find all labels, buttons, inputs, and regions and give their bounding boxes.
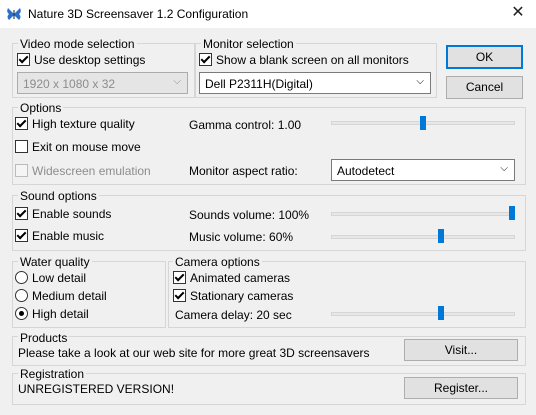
window-title: Nature 3D Screensaver 1.2 Configuration (28, 7, 249, 21)
resolution-combo[interactable]: 1920 x 1080 x 32 ⌵ (17, 72, 188, 94)
chevron-down-icon: ⌵ (500, 163, 508, 174)
ok-button[interactable]: OK (446, 45, 523, 69)
camera-legend: Camera options (173, 255, 262, 269)
cancel-button-label: Cancel (465, 80, 504, 94)
music-volume-track[interactable] (331, 235, 515, 239)
monitor-combo[interactable]: Dell P2311H(Digital) ⌵ (199, 72, 431, 94)
widescreen-checkbox[interactable] (15, 164, 28, 177)
gamma-slider-thumb[interactable] (420, 116, 426, 130)
monitor-legend: Monitor selection (201, 37, 296, 51)
chevron-down-icon: ⌵ (173, 76, 181, 87)
visit-button-label: Visit... (444, 343, 478, 357)
close-icon[interactable]: ✕ (505, 2, 531, 24)
video-mode-legend: Video mode selection (18, 37, 137, 51)
aspect-value: Autodetect (337, 164, 395, 178)
low-detail-radio[interactable] (15, 271, 28, 284)
sounds-volume-thumb[interactable] (509, 206, 515, 220)
register-button-label: Register... (433, 381, 489, 395)
use-desktop-checkbox[interactable] (17, 53, 30, 66)
sound-legend: Sound options (18, 189, 99, 203)
camera-delay-thumb[interactable] (437, 306, 444, 320)
products-text: Please take a look at our web site for m… (18, 346, 370, 360)
stationary-cameras-checkbox[interactable] (173, 289, 186, 302)
chevron-down-icon: ⌵ (416, 76, 424, 87)
cancel-button[interactable]: Cancel (446, 76, 523, 99)
butterfly-icon (6, 6, 22, 22)
enable-sounds-checkbox[interactable] (15, 207, 28, 220)
animated-cameras-label[interactable]: Animated cameras (190, 271, 290, 285)
enable-sounds-label[interactable]: Enable sounds (32, 207, 111, 221)
blank-screen-label[interactable]: Show a blank screen on all monitors (216, 53, 409, 67)
aspect-combo[interactable]: Autodetect ⌵ (331, 159, 515, 181)
exit-mouse-checkbox[interactable] (15, 140, 28, 153)
high-texture-checkbox[interactable] (15, 117, 28, 130)
medium-detail-label[interactable]: Medium detail (32, 289, 107, 303)
monitor-value: Dell P2311H(Digital) (205, 77, 313, 91)
animated-cameras-checkbox[interactable] (173, 271, 186, 284)
camera-delay-label: Camera delay: 20 sec (175, 308, 292, 322)
visit-button[interactable]: Visit... (404, 339, 518, 361)
blank-screen-checkbox[interactable] (199, 53, 212, 66)
products-legend: Products (18, 331, 70, 345)
registration-legend: Registration (18, 367, 87, 381)
gamma-label: Gamma control: 1.00 (189, 118, 302, 132)
stationary-cameras-label[interactable]: Stationary cameras (190, 289, 293, 303)
exit-mouse-label[interactable]: Exit on mouse move (32, 140, 141, 154)
camera-delay-track[interactable] (331, 312, 515, 316)
water-legend: Water quality (18, 255, 92, 269)
registration-status: UNREGISTERED VERSION! (18, 382, 175, 396)
aspect-label: Monitor aspect ratio: (189, 164, 298, 178)
music-volume-thumb[interactable] (437, 229, 444, 243)
use-desktop-label[interactable]: Use desktop settings (34, 53, 145, 67)
widescreen-label[interactable]: Widescreen emulation (32, 164, 151, 178)
enable-music-label[interactable]: Enable music (32, 229, 104, 243)
high-detail-radio[interactable] (15, 307, 28, 320)
low-detail-label[interactable]: Low detail (32, 271, 86, 285)
medium-detail-radio[interactable] (15, 289, 28, 302)
high-detail-label[interactable]: High detail (32, 307, 89, 321)
options-legend: Options (18, 101, 64, 115)
high-texture-label[interactable]: High texture quality (32, 117, 135, 131)
enable-music-checkbox[interactable] (15, 229, 28, 242)
ok-button-label: OK (475, 50, 494, 64)
resolution-value: 1920 x 1080 x 32 (23, 77, 116, 91)
music-volume-label: Music volume: 60% (189, 230, 294, 244)
register-button[interactable]: Register... (404, 377, 518, 399)
sounds-volume-track[interactable] (331, 212, 515, 216)
sounds-volume-label: Sounds volume: 100% (189, 208, 310, 222)
